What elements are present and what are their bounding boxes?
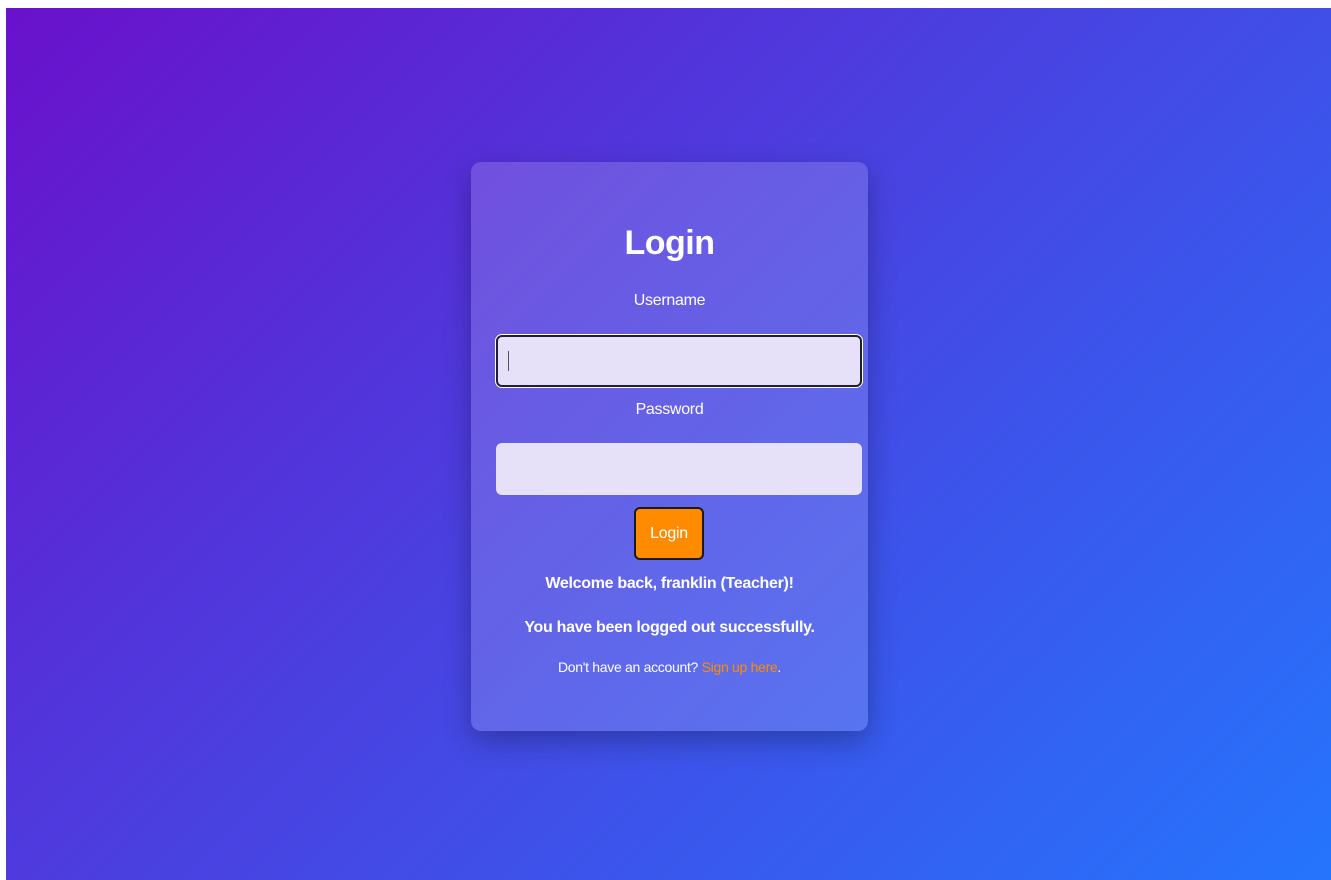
- page-title: Login: [624, 224, 715, 262]
- welcome-message: Welcome back, franklin (Teacher)!: [545, 575, 794, 592]
- text-cursor: [508, 351, 509, 371]
- page-background: Login Username Password Login Welcome ba…: [6, 8, 1331, 880]
- signup-link[interactable]: Sign up here: [702, 659, 778, 675]
- login-button[interactable]: Login: [634, 507, 704, 560]
- password-field[interactable]: [496, 443, 862, 495]
- signup-suffix: .: [777, 659, 782, 675]
- logout-message: You have been logged out successfully.: [524, 619, 815, 636]
- password-label: Password: [635, 401, 704, 418]
- login-card: Login Username Password Login Welcome ba…: [471, 162, 868, 731]
- username-label: Username: [633, 292, 706, 309]
- signup-prompt-text: Don't have an account?: [557, 659, 702, 675]
- username-field[interactable]: [496, 335, 862, 387]
- signup-prompt: Don't have an account? Sign up here.: [471, 659, 868, 675]
